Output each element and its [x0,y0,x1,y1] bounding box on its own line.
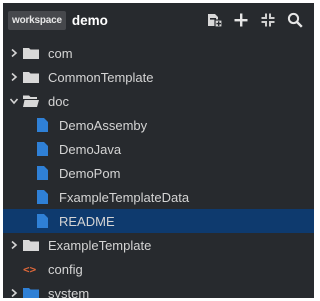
chevron-right-icon[interactable] [9,288,19,298]
file-tree: com CommonTemplate doc DemoAssemby DemoJ… [3,41,314,298]
tree-item-doc[interactable]: doc [3,89,314,113]
explorer-header: workspace demo [3,3,314,37]
tree-item-readme[interactable]: README [3,209,314,233]
tree-item-exampletemplate[interactable]: ExampleTemplate [3,233,314,257]
chevron-down-icon[interactable] [9,96,19,106]
tree-item-config[interactable]: <> config [3,257,314,281]
code-file-icon: <> [23,262,37,276]
workspace-name[interactable]: demo [72,13,108,28]
workspace-badge: workspace [8,10,66,30]
folder-open-icon [23,95,39,107]
tree-item-label: com [48,45,73,61]
tree-item-label: CommonTemplate [48,69,154,85]
tree-item-fxampletemplatedata[interactable]: FxampleTemplateData [3,185,314,209]
file-icon [37,142,48,156]
add-icon [234,13,248,27]
tree-item-label: doc [48,93,69,109]
file-icon [37,190,48,204]
folder-icon [23,239,39,251]
tree-item-com[interactable]: com [3,41,314,65]
chevron-right-icon[interactable] [9,240,19,250]
tree-item-demoassemby[interactable]: DemoAssemby [3,113,314,137]
folder-icon [23,71,39,83]
tree-item-system[interactable]: system [3,281,314,298]
collapse-all-button[interactable] [257,9,279,31]
search-icon [287,12,303,28]
tree-item-demopom[interactable]: DemoPom [3,161,314,185]
new-file-button[interactable] [203,9,225,31]
tree-item-label: FxampleTemplateData [59,189,190,205]
file-explorer-panel: workspace demo com CommonTemplate doc De… [3,3,314,298]
tree-item-label: README [59,213,115,229]
chevron-right-icon[interactable] [9,72,19,82]
add-button[interactable] [230,9,252,31]
file-icon [37,166,48,180]
tree-item-label: system [48,285,90,299]
tree-item-label: ExampleTemplate [48,237,152,253]
search-button[interactable] [284,9,306,31]
tree-item-commontemplate[interactable]: CommonTemplate [3,65,314,89]
file-icon [37,118,48,132]
tree-item-demojava[interactable]: DemoJava [3,137,314,161]
file-icon [37,214,48,228]
collapse-all-icon [261,13,275,27]
folder-icon [23,47,39,59]
chevron-right-icon[interactable] [9,48,19,58]
folder-icon [23,287,39,298]
new-file-icon [208,14,222,28]
tree-item-label: config [48,261,83,277]
tree-item-label: DemoPom [59,165,121,181]
tree-item-label: DemoAssemby [59,117,148,133]
tree-item-label: DemoJava [59,141,122,157]
